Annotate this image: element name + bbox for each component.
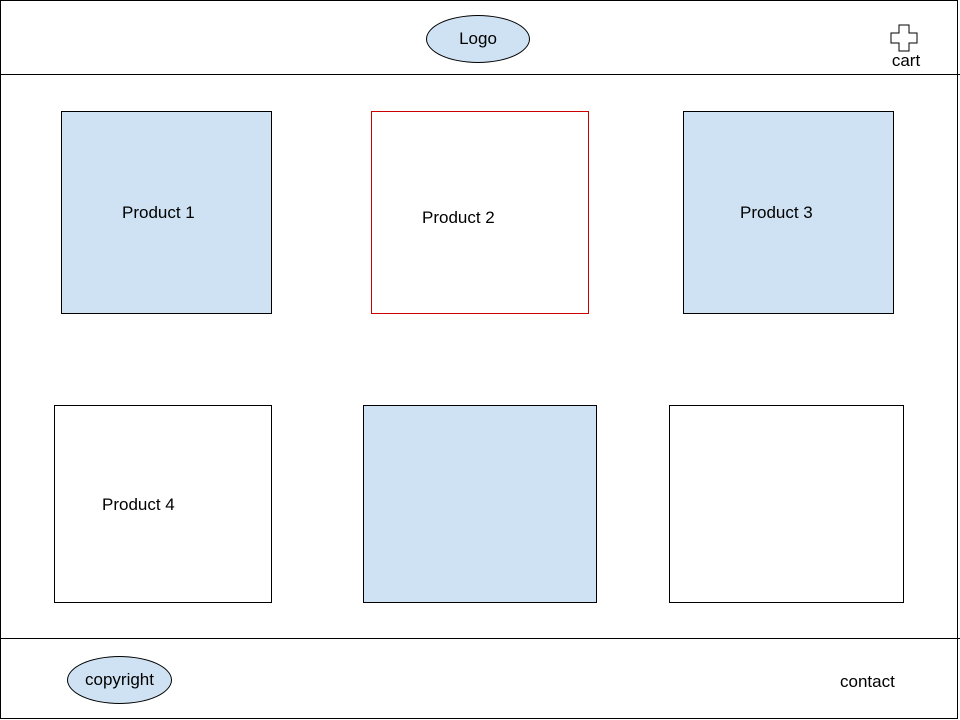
product-card-5[interactable] — [363, 405, 597, 603]
contact-link[interactable]: contact — [840, 672, 895, 692]
product-card-label: Product 1 — [122, 203, 195, 222]
product-card-2[interactable]: Product 2 — [371, 111, 589, 314]
product-card-1[interactable]: Product 1 — [61, 111, 272, 314]
product-card-label: Product 2 — [422, 208, 495, 227]
logo-label: Logo — [459, 29, 497, 48]
product-card-4[interactable]: Product 4 — [54, 405, 272, 603]
cart-label: cart — [891, 51, 921, 70]
copyright-label: copyright — [85, 670, 154, 689]
plus-icon — [890, 24, 918, 52]
product-card-6[interactable] — [669, 405, 904, 603]
product-card-label: Product 4 — [102, 495, 175, 514]
logo[interactable]: Logo — [426, 15, 530, 63]
product-card-label: Product 3 — [740, 203, 813, 222]
product-card-3[interactable]: Product 3 — [683, 111, 894, 314]
footer-divider — [0, 638, 960, 639]
copyright-badge: copyright — [67, 656, 172, 704]
cart-button[interactable]: cart — [885, 24, 925, 72]
page-frame — [0, 0, 958, 719]
header-divider — [0, 74, 960, 75]
